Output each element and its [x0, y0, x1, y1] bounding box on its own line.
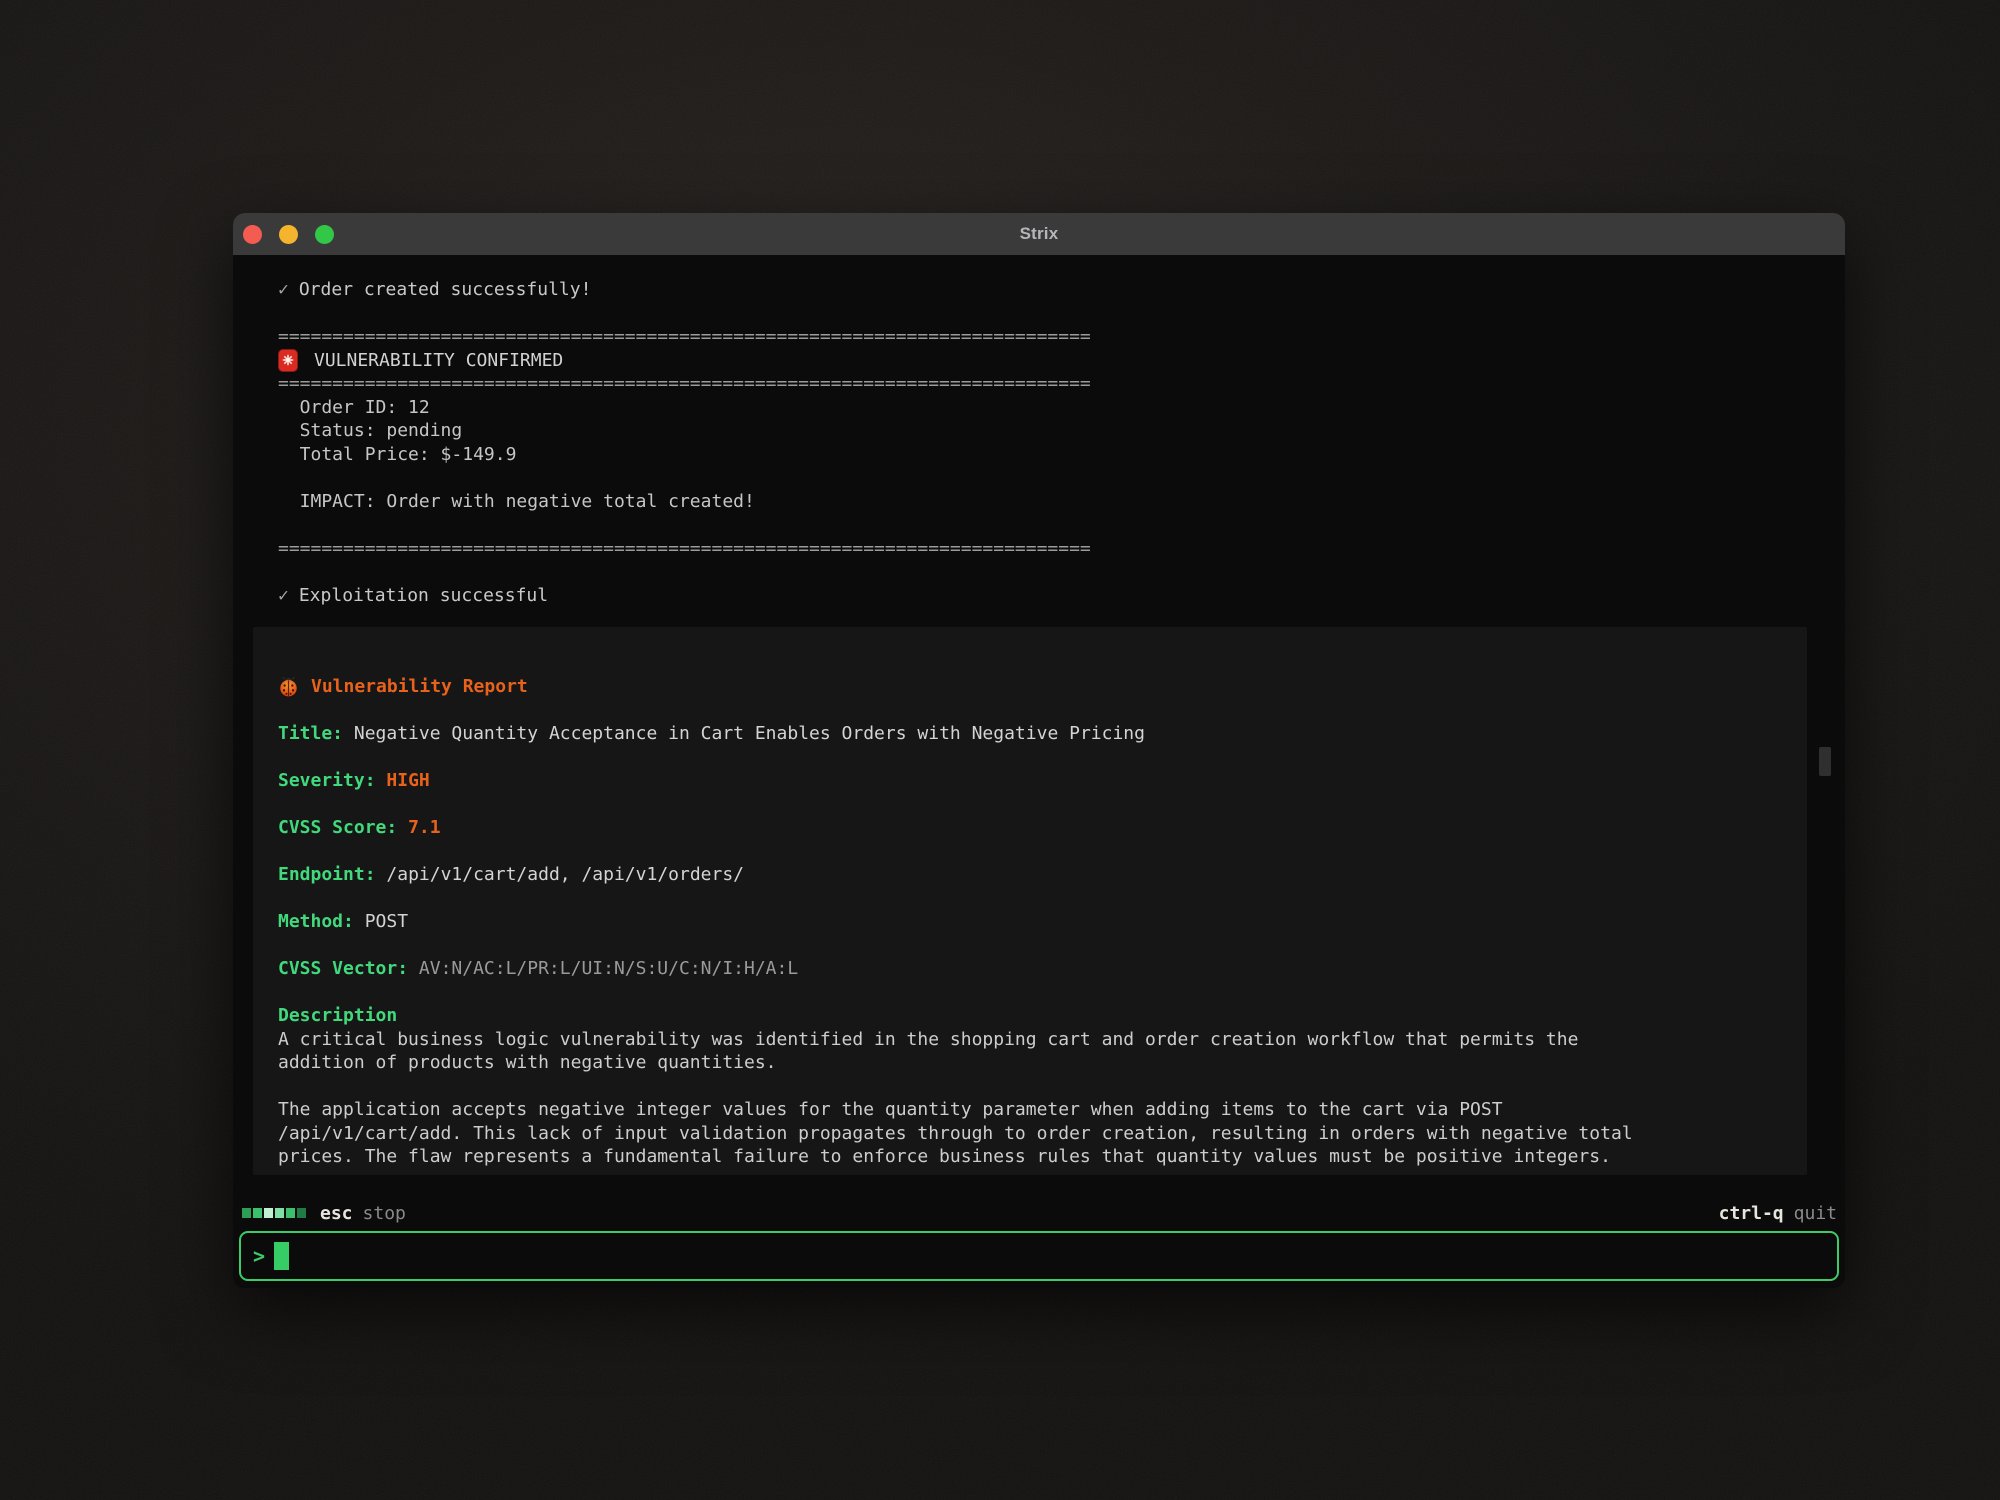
report-field-endpoint: Endpoint: /api/v1/cart/add, /api/v1/orde…: [278, 863, 1782, 887]
report-title: Vulnerability Report: [311, 675, 528, 699]
status-left: esc stop: [242, 1203, 406, 1224]
exploitation-line: ✓ Exploitation successful: [278, 584, 1845, 608]
order-status-line: Status: pending: [278, 419, 1845, 443]
vulnerability-confirmed-banner: VULNERABILITY CONFIRMED: [278, 349, 1845, 373]
progress-spinner: [242, 1208, 306, 1218]
scrollbar-thumb[interactable]: [1819, 747, 1831, 776]
exploitation-message: Exploitation successful: [299, 585, 548, 606]
exploit-log: ✓ Order created successfully! ===========…: [233, 255, 1845, 607]
divider-line: ========================================…: [278, 325, 1845, 349]
vulnerability-report-panel: Vulnerability Report Title: Negative Qua…: [253, 627, 1807, 1175]
status-bar: esc stop ctrl-q quit: [242, 1198, 1837, 1228]
description-paragraph-2: The application accepts negative integer…: [278, 1098, 1782, 1169]
esc-key-hint[interactable]: esc: [320, 1203, 353, 1224]
esc-action-label: stop: [363, 1203, 406, 1224]
text-cursor: [274, 1242, 289, 1270]
strix-terminal-window: Strix ✓ Order created successfully! =====…: [233, 213, 1845, 1288]
terminal-output: ✓ Order created successfully! ===========…: [233, 255, 1845, 1181]
report-field-method: Method: POST: [278, 910, 1782, 934]
desktop-background: Strix ✓ Order created successfully! =====…: [0, 0, 2000, 1500]
report-header: Vulnerability Report: [278, 675, 1782, 699]
check-icon: ✓: [278, 279, 289, 300]
quit-key-hint[interactable]: ctrl-q: [1719, 1203, 1784, 1224]
success-line: ✓ Order created successfully!: [278, 278, 1845, 302]
window-title: Strix: [233, 224, 1845, 244]
divider-line: ========================================…: [278, 537, 1845, 561]
report-field-title: Title: Negative Quantity Acceptance in C…: [278, 722, 1782, 746]
order-total-line: Total Price: $-149.9: [278, 443, 1845, 467]
prompt-symbol: >: [253, 1244, 265, 1268]
siren-icon: [278, 349, 298, 372]
success-message: Order created successfully!: [299, 279, 592, 300]
bug-icon: [278, 676, 299, 697]
quit-action-label: quit: [1794, 1203, 1837, 1224]
report-field-cvss-vector: CVSS Vector: AV:N/AC:L/PR:L/UI:N/S:U/C:N…: [278, 957, 1782, 981]
description-heading: Description: [278, 1004, 1782, 1028]
status-right: ctrl-q quit: [1719, 1203, 1837, 1224]
order-id-line: Order ID: 12: [278, 396, 1845, 420]
banner-title: VULNERABILITY CONFIRMED: [314, 349, 563, 373]
report-field-severity: Severity: HIGH: [278, 769, 1782, 793]
severity-badge: HIGH: [386, 770, 429, 791]
description-paragraph-1: A critical business logic vulnerability …: [278, 1028, 1782, 1075]
divider-line: ========================================…: [278, 372, 1845, 396]
titlebar: Strix: [233, 213, 1845, 255]
impact-line: IMPACT: Order with negative total create…: [278, 490, 1845, 514]
check-icon: ✓: [278, 585, 289, 606]
report-field-cvss-score: CVSS Score: 7.1: [278, 816, 1782, 840]
command-input[interactable]: >: [239, 1231, 1839, 1281]
